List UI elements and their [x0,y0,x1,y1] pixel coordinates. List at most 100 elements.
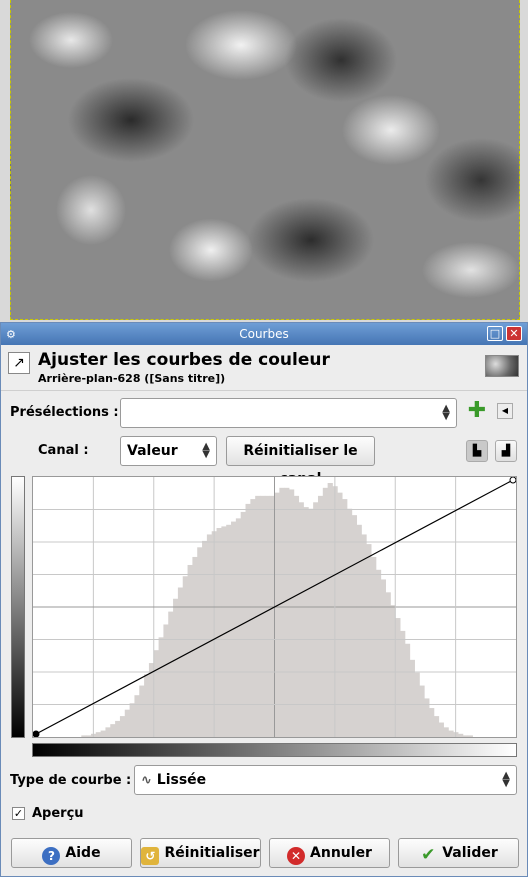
histogram-bar [380,579,386,737]
channel-label: Canal : [38,443,89,458]
curve-type-label: Type de courbe : [10,773,132,788]
histogram-bar [139,685,145,737]
cancel-label: Annuler [310,845,372,861]
histogram-bar [400,630,406,737]
histogram-bar [313,502,319,737]
linear-histogram-icon[interactable]: ▙ [466,440,488,462]
histogram-bar [86,735,92,737]
presets-label: Présélections : [10,405,119,420]
histogram-bar [119,716,126,737]
vertical-gradient-bar [11,476,25,738]
histogram-bar [206,534,213,737]
close-button[interactable]: ✕ [506,326,522,341]
histogram-bar [409,659,415,737]
preview-label[interactable]: Aperçu [32,806,84,821]
ok-button[interactable]: ✔ Valider [398,838,519,868]
help-label: Aide [65,845,101,861]
histogram-bar [404,643,411,737]
add-preset-icon[interactable]: ✚ [467,400,487,422]
histogram-bar [371,556,377,737]
cancel-icon: ✕ [287,847,306,865]
histogram-bar [158,637,164,737]
preset-menu-icon[interactable]: ◀ [497,403,513,419]
histogram-bar [467,735,473,737]
maximize-button[interactable]: □ [487,326,503,341]
histogram-bar [144,674,150,737]
histogram-bar [284,487,290,737]
combo-arrows-icon: ▲ ▼ [202,441,210,460]
histogram-bar [366,544,372,737]
histogram-bar [173,598,179,737]
curves-svg[interactable] [32,476,517,738]
curve-control-point [509,476,517,484]
histogram-bar [419,685,425,737]
histogram-bar [395,618,401,737]
cancel-button[interactable]: ✕ Annuler [269,838,390,868]
curve-type-value: Lissée [156,772,207,788]
histogram-bar [458,733,464,737]
ok-label: Valider [442,845,498,861]
clouds-image[interactable] [10,0,520,320]
histogram-bar [129,703,135,737]
help-icon: ? [42,847,61,865]
histogram-bar [153,650,159,737]
histogram-bar [288,489,295,737]
histogram-bar [443,727,449,737]
histogram-bar [293,495,300,737]
histogram-bar [438,722,444,737]
histogram-bar [163,624,169,737]
curves-tool-icon: ↗ [8,352,30,374]
reset-button[interactable]: ↺ Réinitialiser [140,838,261,868]
window-title: Courbes [239,327,289,341]
histogram-bar [375,569,382,737]
channel-value: Valeur [127,443,178,459]
ok-icon: ✔ [421,845,436,865]
histogram-bar [462,735,469,737]
histogram-bar [264,495,271,737]
channel-combo[interactable]: Valeur ▲ ▼ [120,436,217,466]
histogram-bar [337,492,343,737]
histogram-bar [192,556,198,737]
histogram-bar [221,526,227,737]
histogram-bar [202,540,208,737]
histogram-bar [105,727,111,737]
histogram-bar [216,528,222,737]
histogram-bar [361,534,367,737]
reset-label: Réinitialiser [164,845,260,861]
histogram-bar [356,524,362,737]
histogram-bar [274,492,280,737]
curves-dialog: ⚙ Courbes □ ✕ ↗ Ajuster les courbes de c… [0,322,528,877]
histogram-bar [115,720,121,737]
histogram-bar [81,735,87,737]
image-canvas[interactable] [0,0,528,322]
histogram-bar [279,487,285,737]
reset-channel-button[interactable]: Réinitialiser le canal [226,436,375,487]
histogram-bar [433,716,440,737]
histogram-bar [327,483,333,737]
histogram-bar [134,695,140,737]
histogram-bar [177,587,184,737]
histogram-bar [385,592,391,737]
curves-graph[interactable] [32,476,517,738]
curve-type-combo[interactable]: ∿ Lissée ▲ ▼ [134,765,517,795]
log-histogram-icon[interactable]: ▟ [495,440,517,462]
preview-checkbox[interactable]: ✓ [12,807,25,820]
dialog-subtitle: Arrière-plan-628 ([Sans titre]) [38,372,226,385]
histogram-bar [317,495,324,737]
reset-icon: ↺ [141,847,160,865]
presets-combo[interactable]: ▲ ▼ [120,398,457,428]
smooth-curve-icon: ∿ [141,773,152,788]
histogram-bar [168,611,174,737]
title-bar[interactable]: ⚙ Courbes □ ✕ [1,323,527,345]
image-thumbnail [485,355,519,377]
histogram-bar [351,515,358,737]
histogram-bar [260,495,266,737]
histogram-bar [100,730,106,737]
curve-control-point [32,730,40,738]
help-button[interactable]: ? Aide [11,838,132,868]
histogram-bar [342,499,348,737]
histogram-bar [95,732,102,737]
histogram-bar [182,576,188,737]
histogram-bar [322,487,329,737]
dialog-title: Ajuster les courbes de couleur [38,350,330,370]
